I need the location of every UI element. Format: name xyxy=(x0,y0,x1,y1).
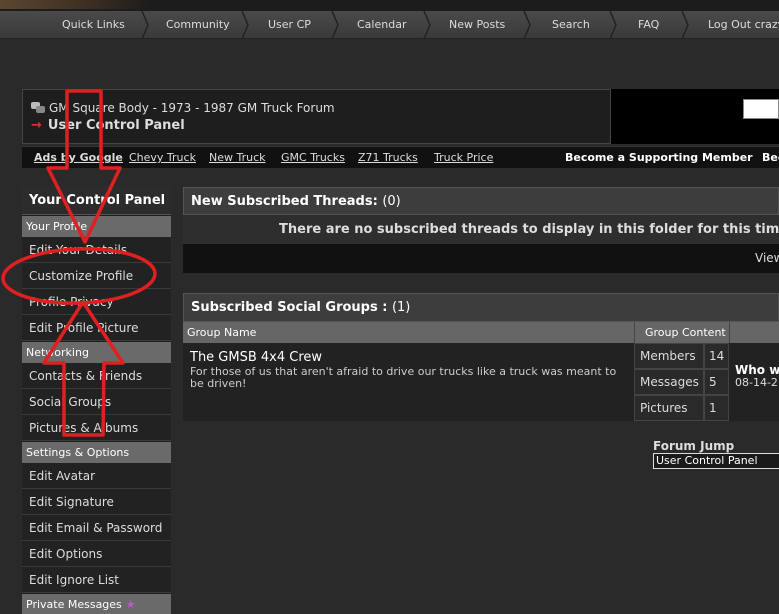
sidebar-section-settings: Settings & Options xyxy=(22,442,171,463)
stat-members-value: 14 xyxy=(704,343,729,369)
group-row: The GMSB 4x4 Crew For those of us that a… xyxy=(183,343,634,421)
ads-by-google-link[interactable]: Ads by Google xyxy=(34,151,123,164)
sidebar-item-edit-avatar[interactable]: Edit Avatar xyxy=(22,463,171,489)
group-description: For those of us that aren't afraid to dr… xyxy=(190,365,617,390)
last-discussion-date: 08-14-2 xyxy=(735,376,778,389)
red-arrow-icon: → xyxy=(31,118,42,133)
forum-jump-select[interactable]: User Control Panel xyxy=(653,453,779,469)
sidebar-item-contacts-friends[interactable]: Contacts & Friends xyxy=(22,363,171,389)
nav-calendar[interactable]: Calendar xyxy=(357,11,406,39)
stat-messages-label: Messages xyxy=(634,369,704,395)
col-group-name: Group Name xyxy=(183,322,634,343)
social-groups-header: Subscribed Social Groups : (1) xyxy=(183,293,779,322)
sidebar-item-pictures-albums[interactable]: Pictures & Albums xyxy=(22,415,171,441)
ad-truck-price[interactable]: Truck Price xyxy=(434,151,493,164)
nav-separator-icon xyxy=(330,11,340,39)
stat-pictures-label: Pictures xyxy=(634,395,704,421)
control-panel-sidebar: Your Control Panel Your Profile Edit You… xyxy=(22,186,171,614)
sidebar-item-edit-signature[interactable]: Edit Signature xyxy=(22,489,171,515)
nav-separator-icon xyxy=(522,11,532,39)
nav-quick-links[interactable]: Quick Links xyxy=(62,11,125,39)
nav-separator-icon xyxy=(240,11,250,39)
last-activity-cell: Who wa 08-14-2 xyxy=(729,343,779,421)
sidebar-item-profile-privacy[interactable]: Profile Privacy xyxy=(22,289,171,315)
nav-log-out[interactable]: Log Out crazy xyxy=(708,11,779,39)
sidebar-item-edit-email-password[interactable]: Edit Email & Password xyxy=(22,515,171,541)
col-group-content: Group Content xyxy=(634,322,729,343)
nav-separator-icon xyxy=(422,11,432,39)
sidebar-item-customize-profile[interactable]: Customize Profile xyxy=(22,263,171,289)
sidebar-section-networking: Networking xyxy=(22,342,171,363)
col-last-activity xyxy=(729,322,779,343)
nav-user-cp[interactable]: User CP xyxy=(268,11,311,39)
threads-view-row: View xyxy=(183,244,779,273)
ad-z71-trucks[interactable]: Z71 Trucks xyxy=(358,151,418,164)
main-navbar: Quick Links Community User CP Calendar N… xyxy=(0,11,779,39)
supporting-member-link[interactable]: Become a Supporting Member xyxy=(565,151,753,164)
sidebar-item-edit-options[interactable]: Edit Options xyxy=(22,541,171,567)
breadcrumb-header: GM Square Body - 1973 - 1987 GM Truck Fo… xyxy=(22,89,611,144)
top-banner-strip xyxy=(0,0,779,11)
page-title: → User Control Panel xyxy=(31,118,185,133)
group-name-link[interactable]: The GMSB 4x4 Crew xyxy=(190,350,322,365)
star-icon: ★ xyxy=(125,598,136,611)
last-discussion-link[interactable]: Who wa xyxy=(735,363,779,377)
stat-pictures-value: 1 xyxy=(704,395,729,421)
nav-separator-icon xyxy=(680,11,690,39)
nav-faq[interactable]: FAQ xyxy=(638,11,659,39)
forum-bubbles-icon xyxy=(31,102,45,114)
supporting-member-link-partial[interactable]: Bec xyxy=(762,151,779,164)
google-ads-bar: Ads by Google Chevy Truck New Truck GMC … xyxy=(22,146,779,168)
sidebar-item-edit-ignore-list[interactable]: Edit Ignore List xyxy=(22,567,171,593)
stat-members-label: Members xyxy=(634,343,704,369)
ad-new-truck[interactable]: New Truck xyxy=(209,151,266,164)
banner-truck-image xyxy=(0,0,150,9)
sidebar-item-edit-details[interactable]: Edit Your Details xyxy=(22,237,171,263)
sidebar-item-social-groups[interactable]: Social Groups xyxy=(22,389,171,415)
breadcrumb-forum-link[interactable]: GM Square Body - 1973 - 1987 GM Truck Fo… xyxy=(49,101,335,115)
ad-gmc-trucks[interactable]: GMC Trucks xyxy=(281,151,345,164)
nav-separator-icon xyxy=(608,11,618,39)
breadcrumb: GM Square Body - 1973 - 1987 GM Truck Fo… xyxy=(31,101,335,115)
nav-community[interactable]: Community xyxy=(166,11,230,39)
no-threads-message: There are no subscribed threads to displ… xyxy=(183,216,779,244)
sidebar-item-edit-profile-picture[interactable]: Edit Profile Picture xyxy=(22,315,171,341)
nav-search[interactable]: Search xyxy=(552,11,590,39)
threads-count: (0) xyxy=(382,194,401,209)
ad-chevy-truck[interactable]: Chevy Truck xyxy=(129,151,196,164)
forum-jump-label: Forum Jump xyxy=(653,439,735,453)
sidebar-title: Your Control Panel xyxy=(22,186,171,215)
sidebar-section-your-profile: Your Profile xyxy=(22,216,171,237)
stat-messages-value: 5 xyxy=(704,369,729,395)
nav-new-posts[interactable]: New Posts xyxy=(449,11,505,39)
view-link[interactable]: View xyxy=(755,251,779,265)
subscribed-threads-header: New Subscribed Threads: (0) xyxy=(183,187,779,215)
search-input[interactable] xyxy=(743,99,779,119)
nav-separator-icon xyxy=(140,11,150,39)
groups-count: (1) xyxy=(391,300,411,315)
sidebar-section-private-messages[interactable]: Private Messages ★ xyxy=(22,594,171,614)
